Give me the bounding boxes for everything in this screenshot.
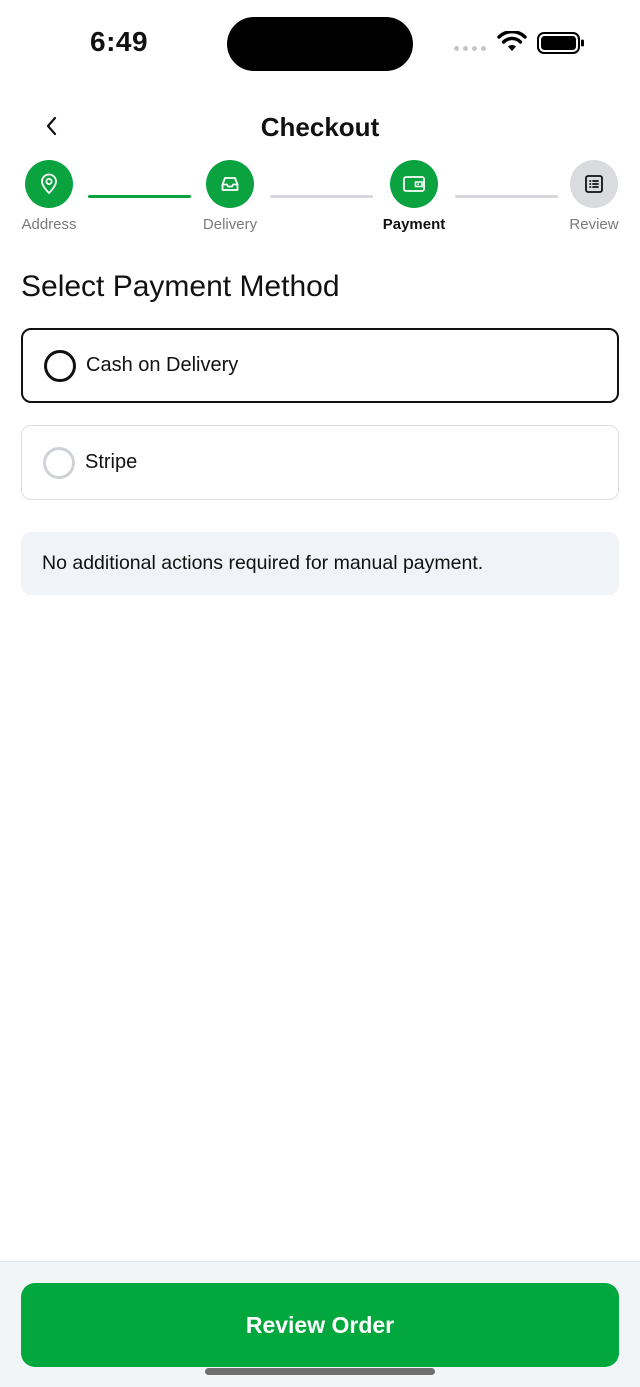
step-label: Address [21,216,77,233]
step-label: Delivery [202,216,258,233]
payment-option-stripe[interactable]: Stripe [21,425,619,500]
payment-info-box: No additional actions required for manua… [21,532,619,595]
dynamic-island [227,17,413,71]
status-time: 6:49 [90,26,149,57]
step-review[interactable]: Review [544,160,640,233]
step-connector [88,195,191,198]
wifi-icon [497,31,527,51]
wallet-icon [403,176,425,192]
payment-option-label: Cash on Delivery [86,354,239,376]
step-payment[interactable]: Payment [364,160,464,233]
section-title: Select Payment Method [21,270,340,303]
battery-icon [537,32,584,54]
bottom-bar: Review Order [0,1261,640,1387]
cellular-signal-icon [454,46,486,51]
radio-button[interactable] [43,446,75,479]
review-order-button[interactable]: Review Order [21,1283,619,1367]
payment-info-text: No additional actions required for manua… [42,552,484,574]
payment-option-cash-on-delivery[interactable]: Cash on Delivery [21,328,619,403]
step-label: Payment [382,216,446,233]
home-indicator[interactable] [205,1368,435,1375]
step-circle [206,160,254,208]
inbox-icon [221,177,239,191]
step-circle [25,160,73,208]
step-address[interactable]: Address [0,160,99,233]
page-title: Checkout [260,112,380,142]
step-circle [390,160,438,208]
payment-option-label: Stripe [85,451,138,473]
step-circle [570,160,618,208]
header: Checkout [0,100,640,156]
list-icon [585,175,603,193]
step-connector [270,195,373,198]
map-pin-icon [41,173,57,194]
step-label: Review [569,216,619,233]
status-bar: 6:49 [0,0,640,90]
checkout-stepper: Address Delivery Payment Review [0,160,640,240]
radio-button[interactable] [44,349,76,382]
step-connector [455,195,558,198]
step-delivery[interactable]: Delivery [180,160,280,233]
